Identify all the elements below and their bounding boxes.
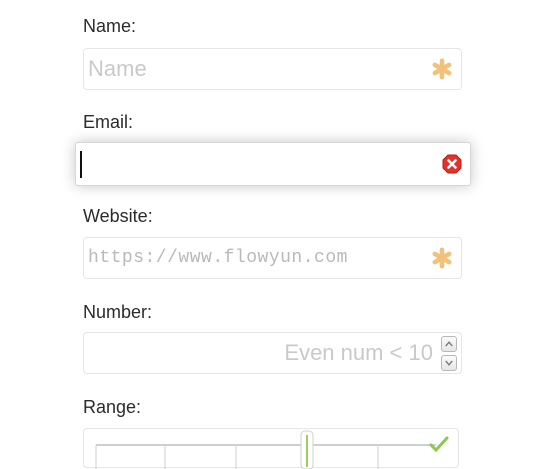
asterisk-required-icon [432, 247, 452, 269]
asterisk-required-icon [432, 58, 452, 80]
name-label: Name: [83, 16, 137, 36]
name-input[interactable] [84, 49, 461, 89]
chevron-down-icon [445, 360, 453, 366]
number-label: Number: [83, 302, 153, 322]
range-field-box [83, 428, 460, 469]
website-label: Website: [83, 206, 153, 226]
number-input[interactable] [84, 333, 461, 373]
email-input[interactable] [76, 143, 470, 185]
number-spinner [441, 334, 459, 372]
error-x-icon [442, 154, 462, 174]
spin-up-button[interactable] [441, 336, 457, 352]
range-label: Range: [83, 397, 142, 417]
website-field-box [83, 237, 462, 279]
range-slider[interactable] [84, 429, 460, 469]
number-field-box [83, 332, 462, 374]
chevron-up-icon [445, 341, 453, 347]
name-field-box [83, 48, 462, 90]
text-caret [80, 151, 82, 178]
email-label: Email: [83, 112, 134, 132]
spin-down-button[interactable] [441, 355, 457, 371]
website-input[interactable] [84, 238, 461, 278]
email-field-box [75, 142, 471, 186]
